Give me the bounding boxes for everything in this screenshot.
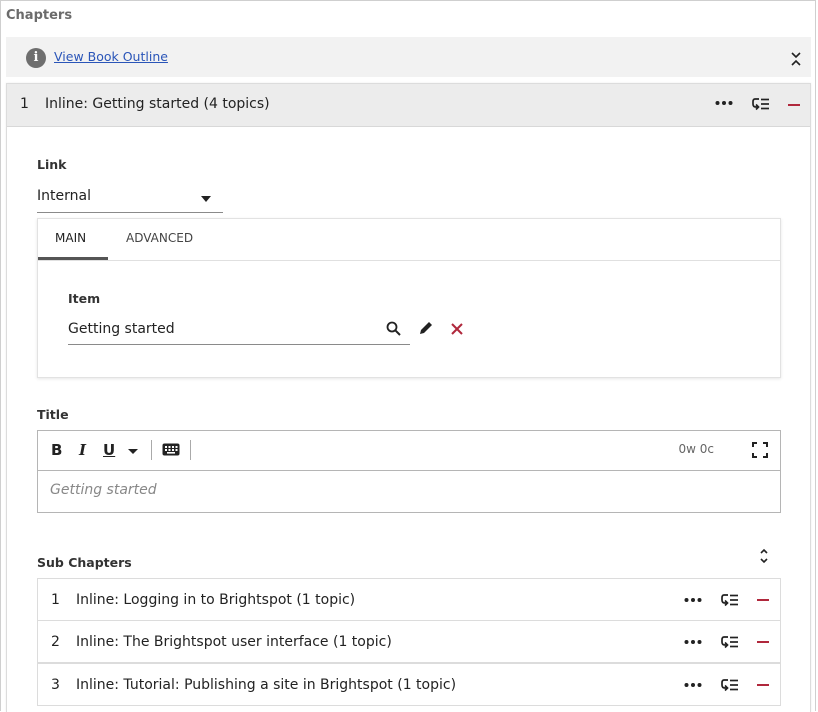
underline-options-icon[interactable] [128,449,138,454]
view-book-outline-link[interactable]: View Book Outline [54,49,168,64]
sub-chapter-row[interactable]: 2 Inline: The Brightspot user interface … [37,620,781,663]
link-label: Link [37,157,67,172]
item-field[interactable]: Getting started [68,318,410,345]
chapters-panel: Chapters i View Book Outline 1 Inline: G… [0,0,816,712]
tab-main[interactable]: MAIN [55,231,86,245]
info-icon: i [26,48,46,68]
toolbar-divider [190,440,191,460]
sub-chapter-number: 1 [51,592,60,608]
remove-icon[interactable] [757,684,769,686]
sub-chapter-title: Inline: Logging in to Brightspot (1 topi… [76,592,356,608]
fullscreen-icon[interactable] [752,442,768,458]
sub-chapter-row[interactable]: 3 Inline: Tutorial: Publishing a site in… [37,663,781,706]
title-label: Title [37,407,69,422]
chapter-header[interactable]: 1 Inline: Getting started (4 topics) [7,84,810,127]
expand-list-icon[interactable] [752,97,770,111]
more-options-icon[interactable] [684,639,702,645]
chapter-card: 1 Inline: Getting started (4 topics) Lin… [6,83,811,712]
more-options-icon[interactable] [684,682,702,688]
toolbar-divider [151,440,152,460]
tab-bar: MAIN ADVANCED [38,219,780,261]
sub-chapter-title: Inline: Tutorial: Publishing a site in B… [76,677,457,693]
expand-list-icon[interactable] [721,678,739,692]
editor-toolbar: B I U 0w 0c [38,431,780,471]
title-editor-text[interactable]: Getting started [50,482,157,498]
expand-list-icon[interactable] [721,635,739,649]
sub-chapter-title: Inline: The Brightspot user interface (1… [76,634,392,650]
chapter-title: Inline: Getting started (4 topics) [45,96,270,112]
sub-chapter-number: 3 [51,677,60,693]
remove-icon[interactable] [757,599,769,601]
link-type-select[interactable]: Internal [37,184,223,213]
remove-icon[interactable] [757,641,769,643]
item-label: Item [68,291,101,306]
remove-icon[interactable] [788,104,800,106]
chevron-down-icon [201,196,211,202]
sub-chapters-label: Sub Chapters [37,555,132,570]
italic-button[interactable]: I [79,441,86,459]
keyboard-icon[interactable] [162,443,180,456]
tab-advanced[interactable]: ADVANCED [126,231,193,245]
expand-list-icon[interactable] [721,593,739,607]
section-title: Chapters [6,8,73,23]
bold-button[interactable]: B [51,441,62,459]
edit-pencil-icon[interactable] [418,320,434,336]
more-options-icon[interactable] [715,100,733,106]
sub-chapter-number: 2 [51,634,60,650]
more-options-icon[interactable] [684,597,702,603]
chapter-number: 1 [20,96,29,112]
collapse-all-icon[interactable] [791,51,801,67]
item-value: Getting started [68,321,175,337]
expand-collapse-icon[interactable] [760,548,768,564]
search-icon[interactable] [386,321,401,336]
underline-button[interactable]: U [103,441,115,459]
clear-icon[interactable] [451,323,463,335]
word-char-count: 0w 0c [678,442,715,456]
book-outline-bar: i View Book Outline [6,37,811,77]
active-tab-indicator [38,257,108,260]
title-rich-text-editor: B I U 0w 0c Getting started [37,430,781,513]
link-type-value: Internal [37,188,91,204]
sub-chapter-row[interactable]: 1 Inline: Logging in to Brightspot (1 to… [37,578,781,621]
link-tabs-card: MAIN ADVANCED Item Getting started [37,218,781,378]
